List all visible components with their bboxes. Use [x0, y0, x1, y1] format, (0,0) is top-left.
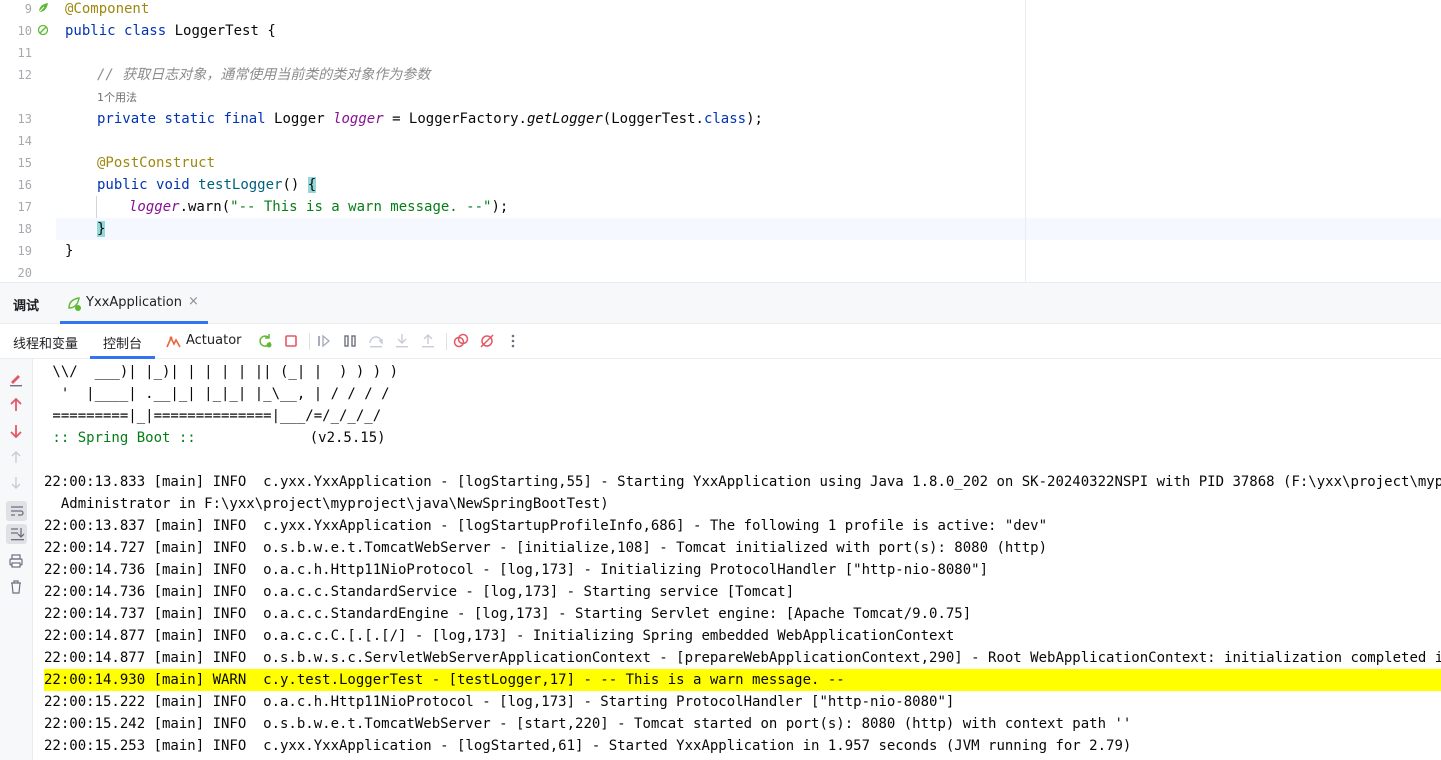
line-number: 12 [17, 68, 32, 82]
code-line-16: public void testLogger() { [97, 177, 317, 193]
log-line: 22:00:14.736 [main] INFO o.a.c.c.Standar… [44, 584, 795, 600]
line-number: 18 [17, 222, 32, 236]
view-breakpoints-icon[interactable] [453, 333, 469, 349]
step-over-icon[interactable] [368, 333, 384, 349]
resume-icon[interactable] [316, 333, 332, 349]
line-number: 20 [17, 266, 32, 280]
arrow-down-icon[interactable] [8, 423, 24, 439]
ascii-banner-line: =========|_|==============|___/=/_/_/_/ [44, 408, 382, 424]
close-icon[interactable]: × [188, 294, 199, 309]
tab-threads-variables[interactable]: 线程和变量 [13, 333, 78, 352]
line-number: 16 [17, 178, 32, 192]
line-number: 19 [17, 244, 32, 258]
line-number: 11 [17, 46, 32, 60]
tool-window-title: 调试 [13, 299, 40, 314]
code-line-10: public class LoggerTest { [65, 23, 276, 39]
code-line-18: } [97, 221, 106, 237]
spring-boot-debug-icon [68, 297, 81, 311]
ascii-banner-line: ' |____| .__|_| |_|_| |_\__, | / / / / [44, 386, 390, 402]
line-number: 10 [17, 24, 32, 38]
step-into-icon[interactable] [394, 333, 410, 349]
print-icon[interactable] [8, 553, 24, 569]
line-number: 13 [17, 112, 32, 126]
mute-breakpoints-icon[interactable] [479, 333, 495, 349]
debugger-toolbar: 线程和变量 控制台 Actuator [0, 324, 1441, 359]
log-line: 22:00:14.727 [main] INFO o.s.b.w.e.t.Tom… [44, 540, 1048, 556]
actuator-icon [166, 336, 181, 348]
code-line-19: } [65, 243, 74, 259]
log-line: 22:00:15.222 [main] INFO o.a.c.h.Http11N… [44, 694, 955, 710]
spring-boot-version: (v2.5.15) [309, 430, 386, 446]
log-line: 22:00:14.736 [main] INFO o.a.c.h.Http11N… [44, 562, 989, 578]
code-line-12: // 获取日志对象，通常使用当前类的类对象作为参数 [97, 67, 431, 83]
current-line-highlight [0, 218, 1441, 240]
editor-gutter: 9 10 11 12 13 14 15 16 17 18 19 20 [0, 0, 56, 282]
debug-tool-window-header: 调试 YxxApplication × [0, 282, 1441, 324]
tab-console[interactable]: 控制台 [103, 333, 142, 352]
code-line-13: private static final Logger logger = Log… [97, 111, 763, 127]
clear-pen-icon[interactable] [8, 371, 24, 387]
pause-icon[interactable] [342, 333, 358, 349]
stop-icon[interactable] [283, 333, 299, 349]
step-out-icon[interactable] [420, 333, 436, 349]
spring-bean-navigate-icon[interactable] [37, 24, 49, 36]
rerun-icon[interactable] [257, 333, 273, 349]
code-line-17: logger.warn("-- This is a warn message. … [129, 199, 509, 215]
arrow-up-icon[interactable] [8, 397, 24, 413]
soft-wrap-icon[interactable] [9, 503, 25, 519]
log-line: 22:00:13.837 [main] INFO c.yxx.YxxApplic… [44, 518, 1048, 534]
log-line: 22:00:15.242 [main] INFO o.s.b.w.e.t.Tom… [44, 716, 1132, 732]
spring-boot-version-line: :: Spring Boot :: (v2.5.15) [44, 427, 386, 449]
log-line: 22:00:13.833 [main] INFO c.yxx.YxxApplic… [44, 474, 1441, 490]
log-line: Administrator in F:\yxx\project\myprojec… [44, 496, 609, 512]
spring-bean-icon[interactable] [37, 2, 49, 14]
trash-icon[interactable] [8, 579, 24, 595]
ascii-banner-line: \\/ ___)| |_)| | | | | || (_| | ) ) ) ) [44, 364, 399, 380]
run-tab-label: YxxApplication [86, 295, 182, 310]
log-line-warn: 22:00:14.930 [main] WARN c.y.test.Logger… [44, 672, 845, 688]
log-line: 22:00:14.877 [main] INFO o.s.b.w.s.c.Ser… [44, 650, 1441, 666]
line-number: 14 [17, 134, 32, 148]
code-line-9: @Component [65, 1, 150, 17]
scroll-up-icon[interactable] [8, 449, 24, 465]
toolbar-separator [309, 333, 310, 350]
log-line: 22:00:14.877 [main] INFO o.a.c.c.C.[.[.[… [44, 628, 955, 644]
console-output[interactable]: \\/ ___)| |_)| | | | | || (_| | ) ) ) ) … [33, 359, 1441, 760]
tab-actuator[interactable]: Actuator [186, 333, 242, 348]
code-line-15: @PostConstruct [97, 155, 216, 171]
scroll-to-end-icon[interactable] [9, 526, 25, 542]
right-margin-guide [1025, 0, 1026, 282]
scroll-down-icon[interactable] [8, 475, 24, 491]
tab-yxxapplication[interactable]: YxxApplication × [60, 283, 208, 324]
line-number: 9 [24, 2, 32, 16]
line-number: 17 [17, 200, 32, 214]
line-number: 15 [17, 156, 32, 170]
log-line: 22:00:14.737 [main] INFO o.a.c.c.Standar… [44, 606, 972, 622]
more-options-icon[interactable] [505, 333, 521, 349]
code-editor[interactable]: 9 10 11 12 13 14 15 16 17 18 19 20 @Comp… [0, 0, 1441, 282]
spring-boot-label: :: Spring Boot :: [44, 430, 196, 446]
toolbar-separator [446, 333, 447, 350]
log-line: 22:00:15.253 [main] INFO c.yxx.YxxApplic… [44, 738, 1132, 754]
usage-count-hint[interactable]: 1个用法 [97, 90, 137, 106]
indent-guide [96, 196, 97, 218]
console-side-toolbar [0, 359, 33, 760]
